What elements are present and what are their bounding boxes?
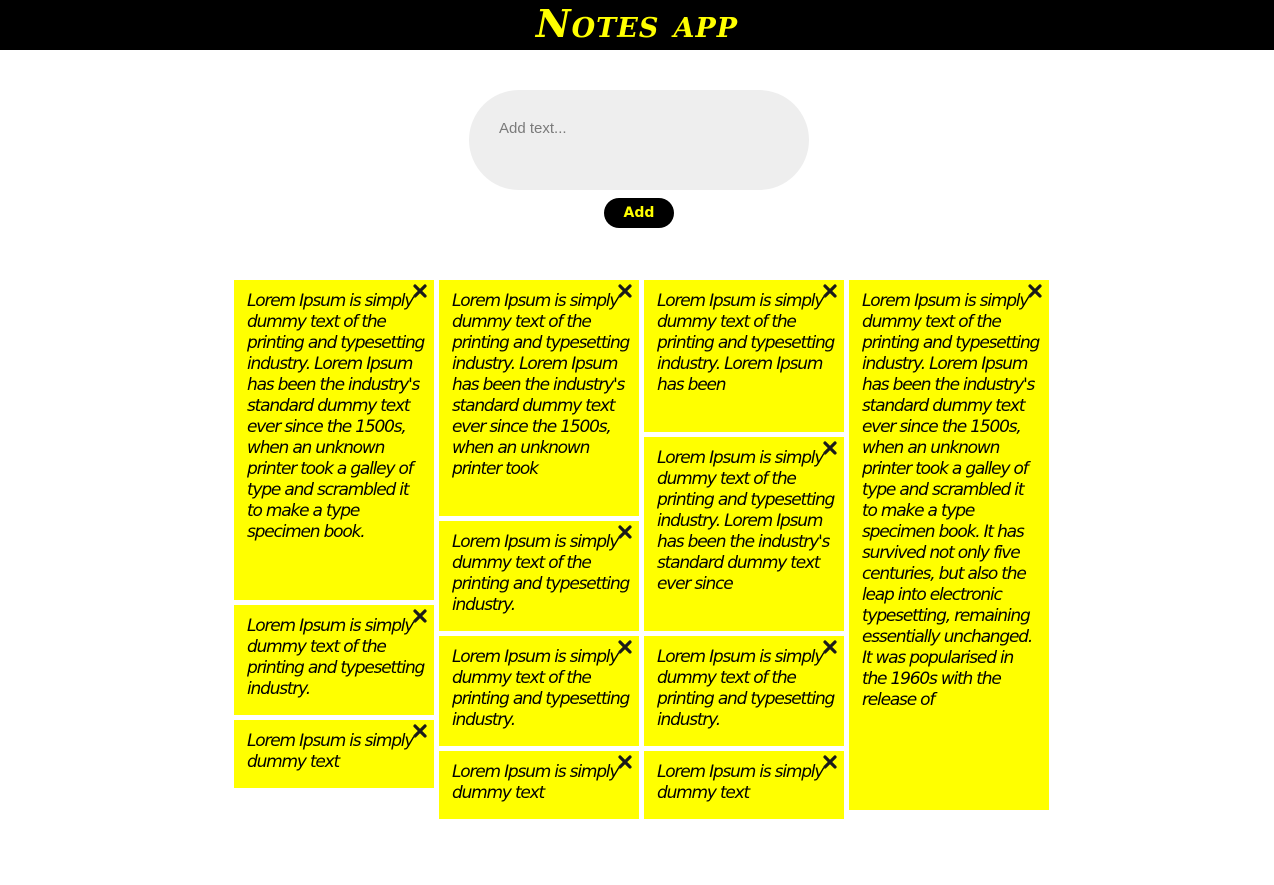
- note-card: Lorem Ipsum is simply dummy text: [644, 751, 844, 819]
- note-card: Lorem Ipsum is simply dummy text: [439, 751, 639, 819]
- note-card: Lorem Ipsum is simply dummy text of the …: [644, 437, 844, 631]
- delete-note-icon[interactable]: [821, 284, 839, 302]
- note-text: Lorem Ipsum is simply dummy text: [247, 731, 414, 772]
- note-card: Lorem Ipsum is simply dummy text of the …: [439, 521, 639, 631]
- delete-note-icon[interactable]: [411, 609, 429, 627]
- app-header: Notes app: [0, 0, 1274, 50]
- note-card: Lorem Ipsum is simply dummy text of the …: [439, 280, 639, 516]
- delete-note-icon[interactable]: [616, 640, 634, 658]
- note-text: Lorem Ipsum is simply dummy text of the …: [247, 616, 425, 699]
- note-text-input[interactable]: [469, 90, 809, 190]
- delete-note-icon[interactable]: [1026, 284, 1044, 302]
- note-text: Lorem Ipsum is simply dummy text: [657, 762, 824, 803]
- delete-note-icon[interactable]: [821, 640, 839, 658]
- delete-note-icon[interactable]: [411, 284, 429, 302]
- note-text: Lorem Ipsum is simply dummy text: [452, 762, 619, 803]
- note-text: Lorem Ipsum is simply dummy text of the …: [657, 291, 835, 395]
- note-card: Lorem Ipsum is simply dummy text of the …: [644, 636, 844, 746]
- note-text: Lorem Ipsum is simply dummy text of the …: [657, 448, 835, 594]
- note-text: Lorem Ipsum is simply dummy text of the …: [247, 291, 425, 542]
- note-text: Lorem Ipsum is simply dummy text of the …: [452, 532, 630, 615]
- note-card: Lorem Ipsum is simply dummy text of the …: [234, 605, 434, 715]
- note-text: Lorem Ipsum is simply dummy text of the …: [657, 647, 835, 730]
- note-card: Lorem Ipsum is simply dummy text of the …: [234, 280, 434, 600]
- delete-note-icon[interactable]: [616, 525, 634, 543]
- note-card: Lorem Ipsum is simply dummy text of the …: [644, 280, 844, 432]
- delete-note-icon[interactable]: [616, 284, 634, 302]
- note-text: Lorem Ipsum is simply dummy text of the …: [452, 647, 630, 730]
- note-card: Lorem Ipsum is simply dummy text of the …: [439, 636, 639, 746]
- note-text: Lorem Ipsum is simply dummy text of the …: [862, 291, 1040, 710]
- delete-note-icon[interactable]: [821, 441, 839, 459]
- note-text: Lorem Ipsum is simply dummy text of the …: [452, 291, 630, 479]
- note-card: Lorem Ipsum is simply dummy text: [234, 720, 434, 788]
- delete-note-icon[interactable]: [616, 755, 634, 773]
- delete-note-icon[interactable]: [411, 724, 429, 742]
- note-card: Lorem Ipsum is simply dummy text of the …: [849, 280, 1049, 810]
- add-note-button[interactable]: Add: [604, 198, 674, 228]
- app-title: Notes app: [535, 1, 739, 46]
- delete-note-icon[interactable]: [821, 755, 839, 773]
